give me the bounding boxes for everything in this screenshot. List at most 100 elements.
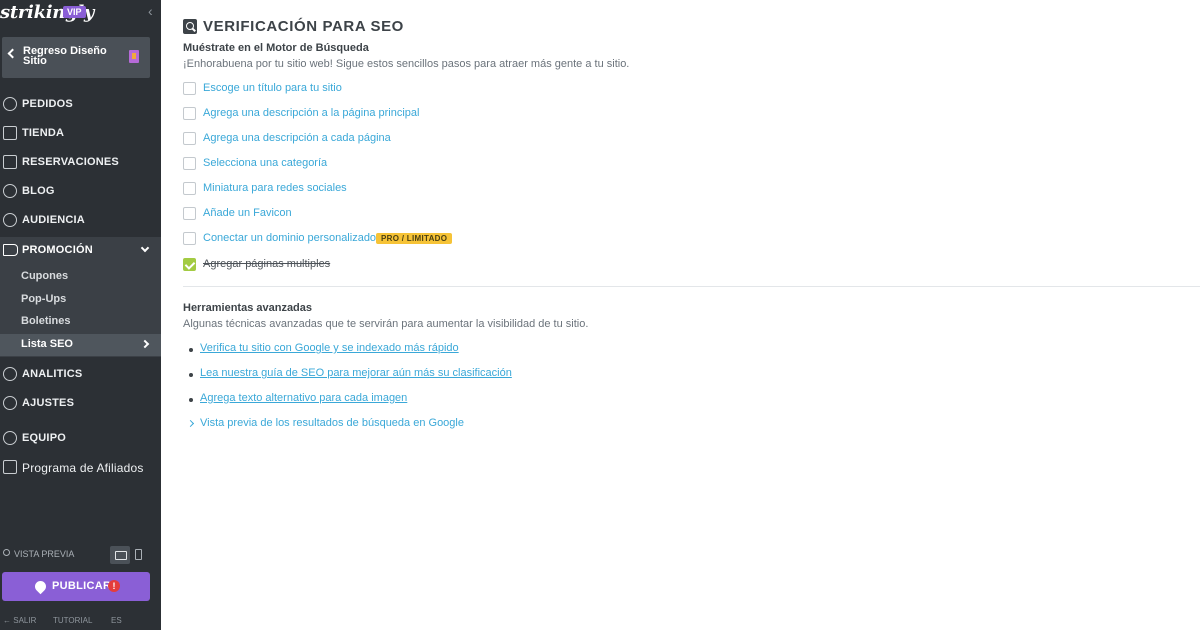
checkbox[interactable] [183, 107, 196, 120]
nav-item-equipo[interactable]: EQUIPO [0, 425, 161, 453]
checkbox[interactable] [183, 182, 196, 195]
checklist-item[interactable]: Miniatura para redes sociales [183, 181, 683, 199]
google-preview-link[interactable]: Vista previa de los resultados de búsque… [200, 417, 464, 429]
tutorial-link[interactable]: TUTORIAL [53, 616, 92, 625]
calendar-icon [3, 155, 17, 169]
checklist-item[interactable]: Agrega una descripción a la página princ… [183, 106, 683, 124]
advanced-link[interactable]: Agrega texto alternativo para cada image… [200, 392, 407, 404]
checkbox[interactable] [183, 207, 196, 220]
sub-item-boletines[interactable]: Boletines [0, 311, 161, 333]
nav-label: TIENDA [22, 127, 65, 139]
collapse-sidebar-icon[interactable]: ‹ [148, 3, 153, 19]
exit-label: SALIR [13, 616, 37, 625]
checkbox[interactable] [183, 132, 196, 145]
trophy-icon [3, 460, 17, 474]
sub-label: Cupones [21, 270, 69, 282]
nav-item-blog[interactable]: BLOG [0, 178, 161, 206]
nav-item-promocion[interactable]: PROMOCIÓN [0, 237, 161, 265]
megaphone-icon [3, 244, 18, 256]
feather-icon [3, 184, 17, 198]
checkbox[interactable] [183, 232, 196, 245]
store-icon [3, 126, 17, 140]
checklist-item-done[interactable]: Agregar páginas multiples [183, 257, 683, 275]
nav-item-audiencia[interactable]: AUDIENCIA [0, 207, 161, 235]
chevron-down-icon [140, 243, 150, 253]
chevron-left-icon [7, 48, 18, 59]
checklist-link[interactable]: Añade un Favicon [203, 207, 292, 219]
nav-label: PEDIDOS [22, 98, 73, 110]
alert-icon: ! [108, 580, 120, 592]
nav-label: AJUSTES [22, 397, 75, 409]
checkbox-checked[interactable] [183, 258, 196, 271]
logo-row: strikingly VIP ‹ [0, 0, 161, 26]
chevron-right-icon [140, 339, 150, 349]
checklist-link[interactable]: Conectar un dominio personalizado [203, 232, 376, 244]
nav-label: BLOG [22, 185, 55, 197]
sub-item-lista-seo[interactable]: Lista SEO [0, 334, 161, 356]
checklist-item[interactable]: Añade un Favicon [183, 206, 683, 224]
back-label: Regreso Diseño Sitio [23, 45, 107, 67]
sub-item-popups[interactable]: Pop-Ups [0, 289, 161, 311]
nav-label: AUDIENCIA [22, 214, 85, 226]
nav-item-afiliados[interactable]: Programa de Afiliados [0, 454, 161, 482]
bullet [189, 348, 193, 352]
checklist-item[interactable]: Conectar un dominio personalizado PRO / … [183, 231, 683, 249]
search-icon [3, 549, 10, 556]
nav-label: PROMOCIÓN [22, 244, 93, 256]
divider [183, 286, 1200, 287]
checklist-link[interactable]: Agrega una descripción a la página princ… [203, 107, 419, 119]
rocket-icon [32, 578, 49, 595]
checkbox[interactable] [183, 157, 196, 170]
checklist-link[interactable]: Agrega una descripción a cada página [203, 132, 391, 144]
preview-label[interactable]: VISTA PREVIA [14, 549, 74, 559]
bullet [189, 398, 193, 402]
nav-label: RESERVACIONES [22, 156, 119, 168]
desktop-preview-icon[interactable] [110, 546, 130, 564]
checklist-item[interactable]: Escoge un título para tu sitio [183, 81, 683, 99]
advanced-link-item[interactable]: Agrega texto alternativo para cada image… [183, 392, 783, 408]
nav-item-tienda[interactable]: TIENDA [0, 120, 161, 148]
nav-item-analitics[interactable]: ANALITICS [0, 361, 161, 389]
pro-limited-badge: PRO / LIMITADO [376, 233, 453, 244]
mobile-preview-icon[interactable] [135, 549, 142, 560]
nav-item-pedidos[interactable]: PEDIDOS [0, 91, 161, 119]
checklist-link[interactable]: Escoge un título para tu sitio [203, 82, 342, 94]
nav-item-reservaciones[interactable]: RESERVACIONES [0, 149, 161, 177]
page-title: VERIFICACIÓN PARA SEO [203, 18, 404, 35]
section-title: Muéstrate en el Motor de Búsqueda [183, 42, 369, 54]
sub-item-cupones[interactable]: Cupones [0, 266, 161, 288]
checkbox[interactable] [183, 82, 196, 95]
main-content: VERIFICACIÓN PARA SEO Muéstrate en el Mo… [161, 0, 1200, 630]
seo-search-icon [183, 19, 197, 34]
promotion-group: PROMOCIÓN Cupones Pop-Ups Boletines List… [0, 237, 161, 357]
checklist-link[interactable]: Miniatura para redes sociales [203, 182, 347, 194]
sub-label: Pop-Ups [21, 293, 67, 305]
preview-row: VISTA PREVIA [0, 544, 161, 566]
nav-item-ajustes[interactable]: AJUSTES [0, 390, 161, 418]
nav-label: Programa de Afiliados [22, 461, 144, 475]
publish-label: PUBLICAR [52, 580, 112, 592]
section-description: Algunas técnicas avanzadas que te servir… [183, 318, 589, 330]
exit-link[interactable]: ← SALIR [3, 616, 36, 625]
chevron-right-icon [186, 419, 195, 428]
sub-label: Boletines [21, 315, 71, 327]
advanced-link-item[interactable]: Lea nuestra guía de SEO para mejorar aún… [183, 367, 783, 383]
checklist-link[interactable]: Selecciona una categoría [203, 157, 327, 169]
dollar-circle-icon [3, 97, 17, 111]
vip-badge: VIP [63, 6, 86, 18]
advanced-link-item[interactable]: Verifica tu sitio con Google y se indexa… [183, 342, 783, 358]
advanced-link[interactable]: Lea nuestra guía de SEO para mejorar aún… [200, 367, 512, 379]
advanced-link[interactable]: Verifica tu sitio con Google y se indexa… [200, 342, 459, 354]
google-preview-toggle[interactable]: Vista previa de los resultados de búsque… [183, 417, 783, 433]
checklist-item[interactable]: Agrega una descripción a cada página [183, 131, 683, 149]
nav-label: EQUIPO [22, 432, 66, 444]
section-title: Herramientas avanzadas [183, 302, 313, 314]
back-to-site-editor-button[interactable]: Regreso Diseño Sitio [2, 37, 150, 78]
sub-label: Lista SEO [21, 338, 73, 350]
publish-button[interactable]: PUBLICAR ! [2, 572, 150, 601]
gear-icon [3, 396, 17, 410]
sidebar-footer: ← SALIR TUTORIAL ES [0, 613, 161, 630]
language-selector[interactable]: ES [111, 616, 122, 625]
checklist-item[interactable]: Selecciona una categoría [183, 156, 683, 174]
pie-chart-icon [3, 367, 17, 381]
